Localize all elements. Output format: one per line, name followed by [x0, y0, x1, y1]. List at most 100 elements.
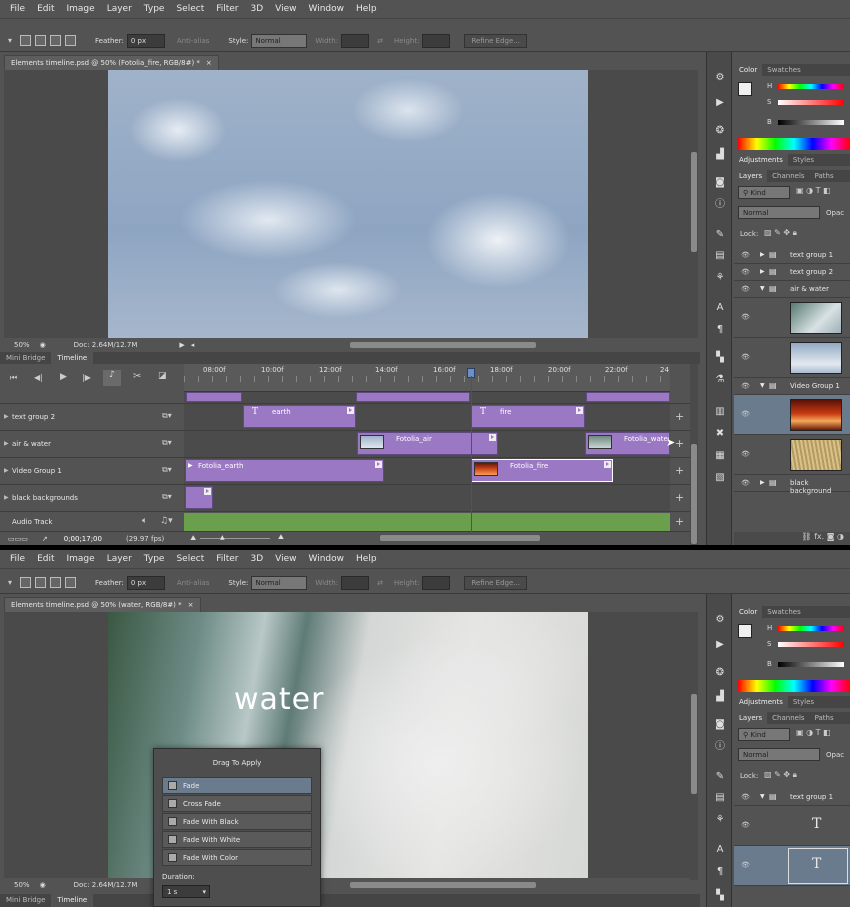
menu-edit[interactable]: Edit [37, 554, 54, 564]
timeline-ruler[interactable]: 08:00f 10:00f 12:00f 14:00f 16:00f 18:00… [184, 364, 670, 392]
layer-comps-icon[interactable]: ⚗ [713, 374, 727, 386]
collapse-arrow-icon[interactable]: ▼ [760, 793, 765, 800]
measurement-icon[interactable]: ▟ [713, 691, 727, 703]
menu-image[interactable]: Image [67, 4, 95, 14]
refine-edge-button[interactable]: Refine Edge... [464, 575, 527, 590]
menu-window[interactable]: Window [309, 554, 345, 564]
blend-mode-select[interactable]: Normal [738, 748, 820, 761]
menu-view[interactable]: View [275, 554, 296, 564]
canvas-vscroll[interactable] [690, 70, 698, 338]
audio-mute-icon[interactable]: ♪ [103, 370, 121, 386]
zoom-slider[interactable] [200, 538, 270, 539]
zoom-level[interactable]: 50% [14, 341, 30, 349]
tab-swatches[interactable]: Swatches [762, 606, 805, 618]
film-icon[interactable]: ⧉▾ [162, 492, 172, 502]
film-icon[interactable]: ⧉▾ [162, 438, 172, 448]
width-input[interactable] [341, 33, 370, 48]
brush-icon[interactable]: ✎ [713, 771, 727, 783]
canvas-vscroll-thumb[interactable] [691, 152, 697, 252]
zoom-slider-handle[interactable]: ▲ [220, 534, 225, 541]
tab-adjustments[interactable]: Adjustments [734, 696, 788, 708]
3d-icon[interactable]: ❂ [713, 667, 727, 679]
clip-fotolia-air[interactable]: Fotolia_air [357, 432, 498, 455]
tool-preset-icon[interactable]: ▾ [8, 578, 12, 587]
layer-text-group-2[interactable]: 👁︎ ▶ ▤ text group 2 [734, 264, 850, 281]
render-video-icon[interactable]: ▭▭▭ [8, 535, 28, 543]
refine-edge-button[interactable]: Refine Edge... [464, 33, 527, 48]
color-ramp[interactable] [738, 680, 850, 692]
camera-icon[interactable]: ◙ [713, 177, 727, 189]
tools-icon[interactable]: ✖ [713, 428, 727, 440]
saturation-slider[interactable] [778, 642, 844, 647]
brightness-slider[interactable] [778, 120, 844, 125]
document-tab[interactable]: Elements timeline.psd @ 50% (Fotolia_fir… [4, 55, 219, 70]
paragraph-icon[interactable]: ¶ [713, 866, 727, 878]
style-select[interactable]: Normal [251, 575, 308, 590]
antialias-checkbox[interactable]: Anti-alias [177, 37, 210, 45]
menu-file[interactable]: File [10, 554, 25, 564]
menu-window[interactable]: Window [309, 4, 345, 14]
tab-layers[interactable]: Layers [734, 170, 768, 182]
foreground-color-swatch[interactable] [738, 82, 752, 96]
add-media-icon[interactable]: + [675, 491, 684, 504]
layer-clouds[interactable]: 👁︎ [734, 338, 850, 378]
visibility-eye-icon[interactable]: 👁︎ [741, 821, 750, 829]
height-input[interactable] [422, 33, 451, 48]
track-air-water[interactable]: ▶ air & water ⧉▾ Fotolia_air Fotolia_wat… [0, 431, 690, 458]
layer-black-background[interactable]: 👁︎ ▶ ▤ black background [734, 475, 850, 495]
layer-text-water[interactable]: 👁︎ T [734, 846, 850, 886]
clip-end-icon[interactable] [204, 488, 211, 495]
tab-adjustments[interactable]: Adjustments [734, 154, 788, 166]
menu-select[interactable]: Select [176, 554, 204, 564]
tab-mini-bridge[interactable]: Mini Bridge [0, 352, 51, 364]
layer-fire[interactable]: 👁︎ [734, 395, 850, 435]
visibility-eye-icon[interactable]: 👁︎ [741, 450, 750, 458]
canvas-vscroll-thumb[interactable] [691, 694, 697, 794]
clip-fotolia-water[interactable]: Fotolia_water [585, 432, 670, 455]
timeline-vscroll[interactable] [690, 364, 698, 545]
layer-filter-kind[interactable]: ⚲ Kind [738, 186, 790, 199]
track-video-group-1[interactable]: ▶ Video Group 1 ⧉▾ ▶ Fotolia_earth Fotol… [0, 458, 690, 485]
tab-styles[interactable]: Styles [788, 154, 819, 166]
status-menu-icon[interactable]: ◉ [40, 341, 46, 349]
character-icon[interactable]: A [713, 844, 727, 856]
add-media-icon[interactable]: + [675, 464, 684, 477]
document-tab[interactable]: Elements timeline.psd @ 50% (water, RGB/… [4, 597, 201, 612]
clip-partial[interactable] [186, 392, 242, 402]
menu-image[interactable]: Image [67, 554, 95, 564]
width-input[interactable] [341, 575, 370, 590]
transition-icon[interactable]: ◪ [158, 371, 167, 381]
menu-file[interactable]: File [10, 4, 25, 14]
height-input[interactable] [422, 575, 451, 590]
adjust-icon[interactable]: ◑ [837, 532, 844, 541]
add-media-icon[interactable]: + [675, 410, 684, 423]
transition-cross-fade[interactable]: Cross Fade [162, 795, 312, 812]
timeline-hscroll-thumb[interactable] [380, 535, 540, 541]
music-note-icon[interactable]: ♫▾ [160, 516, 173, 526]
expand-track-icon[interactable]: ▶ [4, 413, 9, 420]
layer-video-group-1[interactable]: 👁︎ ▼ ▤ Video Group 1 [734, 378, 850, 395]
antialias-checkbox[interactable]: Anti-alias [177, 579, 210, 587]
info-icon[interactable]: ⓘ [713, 741, 727, 753]
expand-track-icon[interactable]: ▶ [4, 494, 9, 501]
menu-3d[interactable]: 3D [251, 554, 264, 564]
add-audio-icon[interactable]: + [675, 515, 684, 528]
menu-3d[interactable]: 3D [251, 4, 264, 14]
layer-waterfall[interactable]: 👁︎ [734, 298, 850, 338]
layer-text-group-1[interactable]: 👁︎ ▶ ▤ text group 1 [734, 247, 850, 264]
layer-air-water[interactable]: 👁︎ ▼ ▤ air & water [734, 281, 850, 298]
subtract-selection-icon[interactable] [50, 577, 62, 588]
measurement-icon[interactable]: ▟ [713, 149, 727, 161]
layer-text-group-1[interactable]: 👁︎ ▼ ▤ text group 1 [734, 789, 850, 806]
fx-icon[interactable]: fx. [814, 532, 824, 541]
swap-icon[interactable]: ⇄ [377, 579, 383, 587]
brightness-slider[interactable] [778, 662, 844, 667]
filter-icons[interactable]: ▣ ◑ T ◧ [796, 186, 831, 195]
film-icon[interactable]: ⧉▾ [162, 465, 172, 475]
brush-presets-icon[interactable]: ▤ [713, 250, 727, 262]
layer-earth[interactable]: 👁︎ [734, 435, 850, 475]
canvas-vscroll[interactable] [690, 612, 698, 880]
speaker-icon[interactable]: 🔈︎ [142, 516, 147, 526]
menu-help[interactable]: Help [356, 4, 377, 14]
visibility-eye-icon[interactable]: 👁︎ [741, 382, 750, 390]
